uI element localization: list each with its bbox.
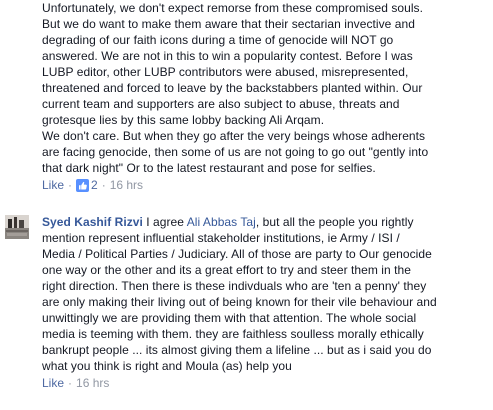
comment-text-line: degrading of our faith icons during a ti… [42, 33, 394, 47]
comment-text-line: threatened and forced to leave by the ba… [42, 81, 423, 95]
comment-text-line: Media / Political Parties / Judiciary. A… [42, 247, 432, 261]
like-count-number: 2 [91, 178, 98, 192]
comment-text-line: are only making their living out of bein… [42, 295, 437, 309]
comment-thread: Unfortunately, we don't expect remorse f… [0, 0, 493, 410]
avatar[interactable] [5, 215, 29, 239]
thumbs-up-icon [76, 178, 90, 192]
comment-timestamp[interactable]: 16 hrs [110, 176, 143, 194]
separator-dot: · [101, 178, 106, 192]
comment-text-line: that dark night" Or to the latest restau… [42, 161, 376, 175]
like-button[interactable]: Like [42, 176, 64, 194]
separator-dot: · [68, 376, 73, 390]
like-button[interactable]: Like [42, 374, 64, 392]
comment-text-line: bankrupt people ... its almost giving th… [42, 343, 432, 357]
comment-timestamp[interactable]: 16 hrs [76, 374, 109, 392]
comment-text-line: But we do want to make them aware that t… [42, 17, 415, 31]
comment-text-line: grotesque lies by this same lobby backin… [42, 113, 325, 127]
comment-text-line: one way or the other and its a great eff… [42, 263, 411, 277]
comment-first-line: Syed Kashif Rizvi I agree Ali Abbas Taj,… [42, 214, 490, 230]
mention-link[interactable]: Ali Abbas Taj [187, 215, 256, 229]
comment-text-line: answered. We are not in this to win a po… [42, 49, 413, 63]
profile-avatar [5, 215, 29, 239]
separator-dot: · [68, 178, 73, 192]
comment-body: Syed Kashif Rizvi I agree Ali Abbas Taj,… [42, 214, 490, 392]
comment-text-line: unwittingly we are providing them with t… [42, 311, 417, 325]
comment-text-line: what you think is right and Moula (as) h… [42, 359, 292, 373]
comment-text-line: Unfortunately, we don't expect remorse f… [42, 1, 423, 15]
comment-text-line: media is teeming with them. they are fai… [42, 327, 424, 341]
comment-body: Unfortunately, we don't expect remorse f… [42, 0, 490, 194]
comment-text-line: LUBP editor, other LUBP contributors wer… [42, 65, 409, 79]
comment-author-link[interactable]: Syed Kashif Rizvi [42, 215, 143, 229]
comment-text-fragment: , but all the people you rightly [255, 215, 414, 229]
comment-text-line: are facing genocide, then some of us are… [42, 145, 429, 159]
comment-text-line: current team and supporters are also sub… [42, 97, 400, 111]
comment-text-line: right direction. Then there is these ind… [42, 279, 427, 293]
comment-text-line: mention represent influential stakeholde… [42, 231, 400, 245]
comment-text-fragment: I agree [142, 215, 187, 229]
comment-actions: Like · 16 hrs [42, 374, 490, 392]
comment-actions: Like · 2 · 16 hrs [42, 176, 490, 194]
like-count[interactable]: 2 [76, 176, 98, 194]
comment-text-line: We don't care. But when they go after th… [42, 129, 426, 143]
